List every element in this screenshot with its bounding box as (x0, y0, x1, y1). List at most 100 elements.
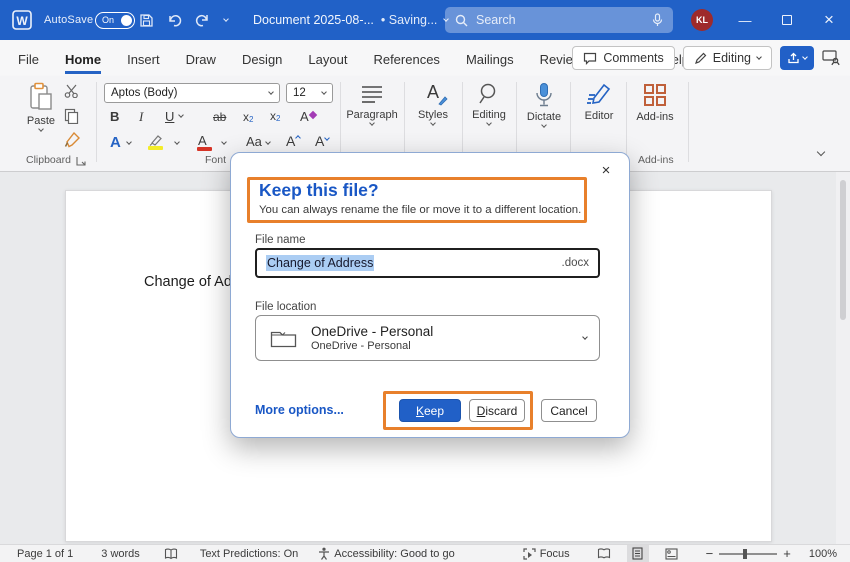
file-name-input[interactable]: Change of Address .docx (255, 248, 600, 278)
zoom-slider[interactable] (716, 545, 780, 562)
change-case-chevron-icon[interactable] (265, 139, 271, 145)
user-avatar[interactable]: KL (691, 9, 713, 31)
copy-button[interactable] (64, 108, 79, 129)
keep-file-dialog: × Keep this file? You can always rename … (230, 152, 630, 438)
change-case-button[interactable]: Aa (246, 134, 262, 149)
styles-icon: A (427, 82, 439, 106)
paste-chevron-icon (38, 126, 44, 132)
tab-home[interactable]: Home (65, 43, 101, 74)
font-color-chevron-icon[interactable] (221, 139, 227, 145)
tab-design[interactable]: Design (242, 43, 282, 74)
zoom-in-button[interactable]: + (780, 545, 794, 562)
page-count[interactable]: Page 1 of 1 (14, 545, 76, 562)
close-window-button[interactable]: × (812, 0, 846, 40)
text-effects-button[interactable]: A (110, 134, 121, 151)
grow-caret-icon (296, 135, 302, 141)
editing-menu-button[interactable]: Editing (462, 82, 516, 125)
search-bar[interactable] (445, 7, 673, 33)
tab-references[interactable]: References (373, 43, 439, 74)
collapse-ribbon-chevron-icon[interactable] (817, 148, 825, 156)
share-icon (787, 52, 800, 64)
presenter-icon[interactable] (822, 50, 840, 66)
keep-initial: K (416, 404, 424, 418)
strikethrough-button[interactable]: ab (213, 110, 226, 124)
subscript-button[interactable]: x2 (243, 110, 253, 124)
editing-mode-button[interactable]: Editing (683, 46, 772, 70)
proofing-status[interactable] (161, 545, 181, 562)
font-color-button[interactable]: A (198, 132, 207, 150)
focus-mode-button[interactable]: Focus (520, 545, 573, 562)
addins-button[interactable]: Add-ins (628, 82, 682, 123)
font-color-bar (197, 147, 212, 151)
save-button[interactable] (139, 0, 154, 40)
comments-button[interactable]: Comments (572, 46, 674, 70)
format-painter-button[interactable] (64, 132, 80, 153)
shrink-font-button[interactable]: A (315, 133, 329, 149)
dictate-button[interactable]: Dictate (517, 82, 571, 127)
superscript-button[interactable]: x2 (270, 109, 280, 123)
tab-insert[interactable]: Insert (127, 43, 160, 74)
minimize-button[interactable]: — (728, 0, 762, 40)
bold-button[interactable]: B (110, 109, 119, 124)
word-app-icon[interactable]: W (11, 0, 33, 40)
file-name-selected-text: Change of Address (266, 255, 374, 271)
underline-chevron-icon[interactable] (178, 112, 184, 118)
tab-layout[interactable]: Layout (308, 43, 347, 74)
paragraph-lines-icon (359, 82, 385, 106)
text-predictions-status[interactable]: Text Predictions: On (197, 545, 301, 562)
editor-button[interactable]: Editor (572, 82, 626, 122)
word-logo-icon: W (11, 9, 33, 31)
dialog-close-button[interactable]: × (595, 159, 617, 181)
share-button[interactable] (780, 46, 814, 70)
quick-access-dropdown[interactable] (224, 0, 228, 40)
scrollbar-thumb[interactable] (840, 180, 846, 320)
autosave-toggle[interactable]: On (95, 0, 135, 40)
tab-file[interactable]: File (18, 43, 39, 74)
print-layout-button[interactable] (627, 545, 649, 562)
italic-button[interactable]: I (139, 109, 143, 125)
underline-button[interactable]: U (165, 109, 174, 124)
grow-font-button[interactable]: A (286, 133, 300, 149)
keep-button[interactable]: Keep (399, 399, 461, 422)
minimize-icon: — (739, 13, 752, 28)
addins-label: Add-ins (636, 111, 673, 123)
clear-formatting-button[interactable]: A (300, 109, 316, 124)
paste-button[interactable]: Paste (14, 82, 68, 131)
cancel-button[interactable]: Cancel (541, 399, 597, 422)
pencil-icon (694, 52, 707, 65)
tab-mailings[interactable]: Mailings (466, 43, 514, 74)
file-location-dropdown[interactable]: OneDrive - Personal OneDrive - Personal (255, 315, 600, 361)
clipboard-dialog-launcher-icon[interactable] (76, 156, 86, 166)
text-effects-chevron-icon[interactable] (126, 139, 132, 145)
maximize-button[interactable] (770, 0, 804, 40)
font-size-select[interactable]: 12 (286, 83, 333, 103)
zoom-out-button[interactable]: − (703, 545, 717, 562)
styles-menu-button[interactable]: A Styles (406, 82, 460, 125)
undo-button[interactable] (166, 0, 182, 40)
read-mode-button[interactable] (593, 545, 615, 562)
file-location-label: File location (255, 301, 316, 313)
tab-draw[interactable]: Draw (186, 43, 216, 74)
more-options-link[interactable]: More options... (255, 403, 344, 417)
zoom-level[interactable]: 100% (806, 545, 840, 562)
highlight-chevron-icon[interactable] (174, 139, 180, 145)
highlight-color-button[interactable] (148, 133, 164, 151)
search-icon (455, 14, 468, 27)
discard-button[interactable]: Discard (469, 399, 525, 422)
zoom-slider-thumb[interactable] (743, 549, 747, 559)
vertical-scrollbar[interactable] (836, 172, 850, 545)
search-input[interactable] (476, 13, 652, 27)
web-layout-button[interactable] (661, 545, 683, 562)
accessibility-status[interactable]: Accessibility: Good to go (315, 545, 457, 562)
redo-button[interactable] (195, 0, 211, 40)
cut-button[interactable] (64, 84, 80, 103)
font-name-select[interactable]: Aptos (Body) (104, 83, 280, 103)
keep-rest: eep (424, 404, 444, 418)
word-count[interactable]: 3 words (98, 545, 143, 562)
paragraph-menu-button[interactable]: Paragraph (345, 82, 399, 125)
tab-row-right-controls: Comments Editing (572, 46, 840, 70)
avatar-initials: KL (696, 15, 708, 25)
dictate-search-mic-icon[interactable] (652, 13, 663, 27)
paste-clipboard-icon (27, 82, 55, 112)
document-title[interactable]: Document 2025-08-... • Saving... (253, 0, 448, 40)
